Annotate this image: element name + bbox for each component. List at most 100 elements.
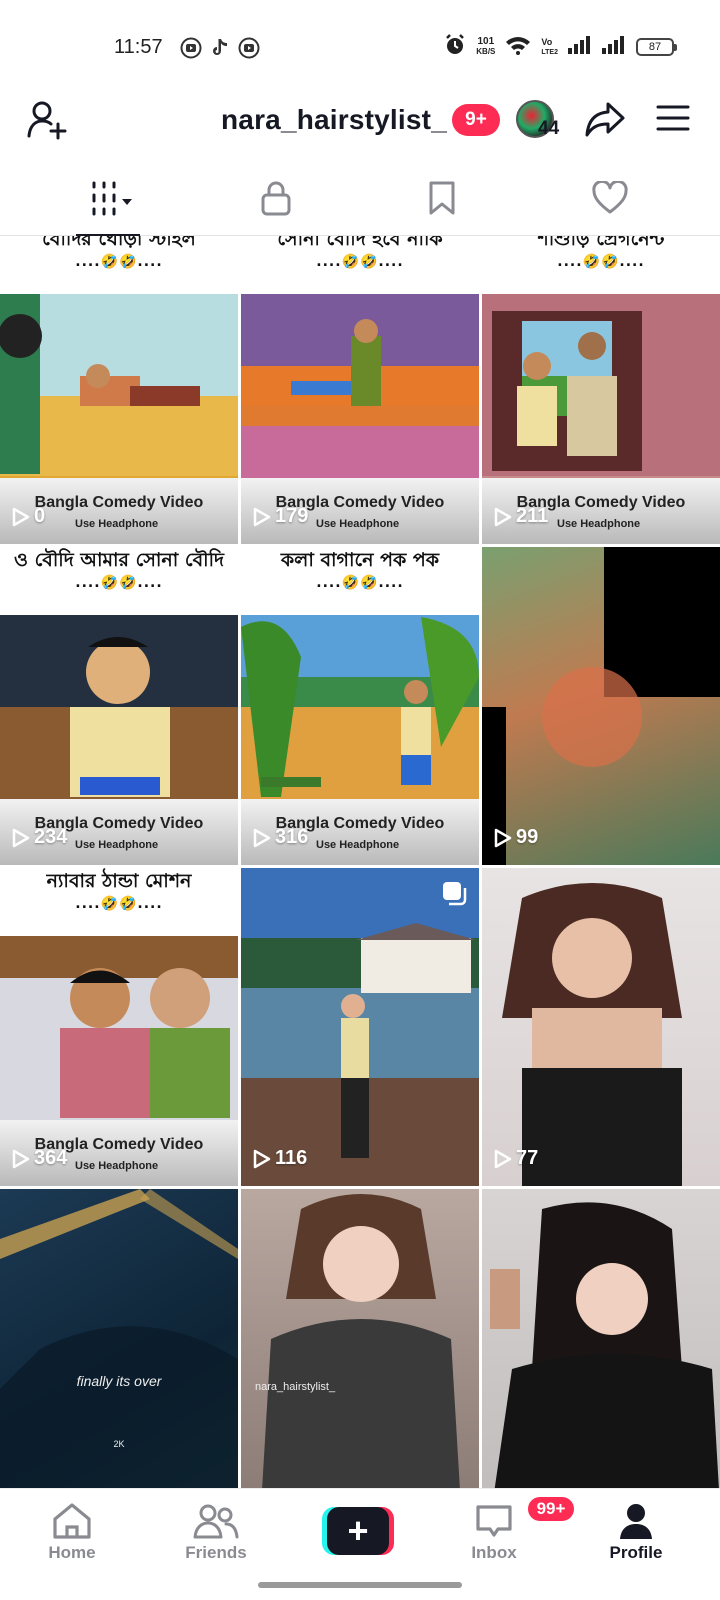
avatar-count: 44 — [538, 118, 560, 139]
video-thumbnail[interactable]: 116 — [241, 868, 479, 1186]
bangla-emoji: ....🤣🤣.... — [75, 896, 163, 912]
home-indicator[interactable] — [258, 1582, 462, 1588]
view-count: 99 — [494, 826, 538, 849]
video-thumbnail[interactable]: finally its over 2K — [0, 1189, 238, 1488]
view-count-value: 364 — [34, 1147, 68, 1169]
photo-illustration — [490, 1202, 719, 1488]
bangla-emoji: ....🤣🤣.... — [557, 254, 645, 270]
profile-icon — [620, 1504, 652, 1539]
view-count: 116 — [253, 1147, 307, 1170]
friends-icon — [193, 1504, 239, 1539]
video-thumbnail[interactable]: 77 — [482, 868, 720, 1186]
view-count-value: 179 — [275, 505, 309, 527]
bangla-title-text: ও বৌদি আমার সোনা বৌদি — [13, 549, 224, 571]
profile-header: nara_hairstylist_ 9+ 44 — [0, 96, 720, 162]
view-count-value: 211 — [516, 505, 549, 527]
network-speed-value: 101 — [477, 36, 495, 47]
view-count: 234 — [12, 826, 67, 849]
video-thumbnail[interactable]: কলা বাগানে পক পক ....🤣🤣.... Bangla Comedy… — [241, 547, 479, 865]
view-count-value: 234 — [34, 826, 68, 848]
view-count-value: 99 — [516, 826, 539, 848]
add-friend-icon[interactable] — [26, 98, 70, 142]
nav-home[interactable]: Home — [22, 1501, 122, 1563]
bangla-emoji: ....🤣🤣.... — [75, 254, 163, 270]
menu-icon[interactable] — [656, 104, 690, 132]
heart-icon — [592, 179, 628, 220]
caption-subtitle: Use Headphone — [75, 1160, 159, 1172]
video-thumbnail[interactable]: সোনা বৌদি হবে নাকি ....🤣🤣.... Bangla Come… — [241, 236, 479, 544]
video-thumbnail[interactable]: ন্যাবার ঠান্ডা মোশন ....🤣🤣.... Bangla Com… — [0, 868, 238, 1186]
bangla-emoji: ....🤣🤣.... — [316, 254, 404, 270]
caption-subtitle: Use Headphone — [75, 518, 159, 530]
photo-illustration — [502, 883, 682, 1186]
tab-videos[interactable] — [86, 178, 146, 222]
create-button[interactable]: + — [322, 1507, 394, 1555]
view-count-value: 77 — [516, 1147, 539, 1169]
video-grid: বৌদির ঘোড়া স্টাইল ....🤣🤣.... Bangla Come… — [0, 236, 720, 1488]
network-speed: 101 KB/S — [476, 37, 495, 57]
tab-liked[interactable] — [580, 178, 640, 222]
view-count: 316 — [253, 826, 308, 849]
view-count: 364 — [12, 1147, 67, 1170]
caption-subtitle: Use Headphone — [316, 839, 400, 851]
view-count: 77 — [494, 1147, 538, 1170]
profile-username[interactable]: nara_hairstylist_ — [221, 104, 447, 136]
nav-friends-label: Friends — [185, 1543, 247, 1562]
bangla-emoji: ....🤣🤣.... — [316, 575, 404, 591]
video-thumbnail[interactable]: বৌদির ঘোড়া স্টাইল ....🤣🤣.... Bangla Come… — [0, 236, 238, 544]
status-time: 11:57 — [114, 36, 163, 58]
bangla-title: ন্যাবার ঠান্ডা মোশন ....🤣🤣.... — [0, 868, 238, 936]
view-count-value: 116 — [275, 1147, 308, 1169]
view-count-value: 0 — [34, 505, 46, 527]
bangla-title-text: বৌদির ঘোড়া স্টাইল — [42, 236, 196, 250]
nav-friends[interactable]: Friends — [166, 1501, 266, 1563]
profile-tabs — [0, 172, 720, 236]
video-thumbnail[interactable] — [482, 1189, 720, 1488]
signal-icon — [568, 35, 592, 59]
share-icon[interactable] — [584, 100, 626, 138]
video-thumbnail[interactable]: 99 — [482, 547, 720, 865]
tiktok-icon — [210, 37, 230, 59]
inbox-icon — [476, 1505, 512, 1537]
username-watermark: nara_hairstylist_ — [255, 1381, 336, 1393]
play-icon — [12, 507, 30, 526]
nav-inbox-label: Inbox — [471, 1543, 517, 1562]
battery-level: 87 — [648, 41, 662, 53]
view-count: 0 — [12, 505, 45, 528]
play-icon — [12, 828, 30, 847]
wifi-icon — [505, 35, 531, 60]
bookmark-icon — [428, 180, 456, 221]
grid-icon — [90, 179, 142, 222]
youtube-icon — [238, 37, 260, 59]
caption-subtitle: Use Headphone — [557, 518, 641, 530]
play-icon — [253, 1149, 271, 1168]
bangla-title-text: সোনা বৌদি হবে নাকি — [277, 236, 443, 250]
volte-bottom: LTE2 — [541, 48, 558, 56]
tab-private[interactable] — [246, 178, 306, 222]
play-icon — [253, 507, 271, 526]
status-bar: 11:57 101 KB/S Vo LTE2 87 — [0, 0, 720, 96]
photo-illustration — [262, 1194, 460, 1488]
nav-profile-label: Profile — [609, 1543, 663, 1562]
bangla-title-text: শাশুড়ি প্রেগনেন্ট — [537, 236, 665, 250]
bangla-title: ও বৌদি আমার সোনা বৌদি ....🤣🤣.... — [0, 547, 238, 615]
lock-icon — [260, 180, 292, 221]
multi-photo-icon — [441, 880, 467, 906]
network-speed-unit: KB/S — [476, 47, 496, 56]
alarm-icon — [444, 33, 466, 62]
bangla-title: সোনা বৌদি হবে নাকি ....🤣🤣.... — [241, 236, 479, 294]
video-thumbnail[interactable]: nara_hairstylist_ — [241, 1189, 479, 1488]
video-thumbnail[interactable]: শাশুড়ি প্রেগনেন্ট ....🤣🤣.... Bangla Come… — [482, 236, 720, 544]
tab-favorites[interactable] — [412, 178, 472, 222]
photo-illustration — [341, 923, 476, 1158]
bangla-title: বৌদির ঘোড়া স্টাইল ....🤣🤣.... — [0, 236, 238, 294]
play-icon — [494, 507, 512, 526]
inbox-badge: 99+ — [526, 1495, 576, 1523]
view-count: 179 — [253, 505, 308, 528]
bangla-title: কলা বাগানে পক পক ....🤣🤣.... — [241, 547, 479, 615]
view-count-value: 316 — [275, 826, 309, 848]
nav-profile[interactable]: Profile — [586, 1501, 686, 1563]
caption-subtitle: Use Headphone — [75, 839, 159, 851]
caption-subtitle: Use Headphone — [316, 518, 400, 530]
video-thumbnail[interactable]: ও বৌদি আমার সোনা বৌদি ....🤣🤣.... Bangla C… — [0, 547, 238, 865]
